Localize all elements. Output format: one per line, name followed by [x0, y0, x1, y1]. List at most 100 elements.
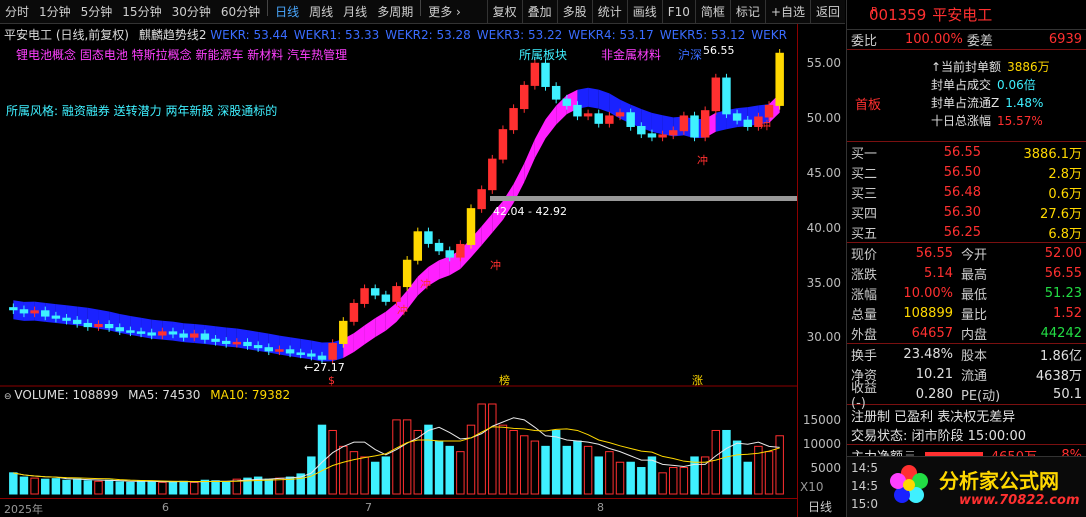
volume-bar: [594, 456, 603, 495]
volume-bar: [307, 456, 316, 495]
stat-label: 外盘: [851, 327, 878, 343]
toolbar-button[interactable]: 叠加: [521, 0, 557, 24]
candle-body: [690, 115, 699, 138]
candle-body: [349, 302, 359, 322]
period-tab[interactable]: 15分钟: [117, 0, 166, 24]
candle-body: [466, 208, 476, 245]
bid-row: 买五 56.25 6.8万: [847, 222, 1086, 242]
flower-logo-icon: [890, 465, 928, 503]
volume-bar: [456, 451, 465, 495]
period-tab[interactable]: 月线: [338, 0, 372, 24]
stat-row: 外盘 64657 内盘 44242: [847, 323, 1086, 343]
toolbar-button[interactable]: 复权: [486, 0, 522, 24]
kline-chart[interactable]: 冲冲冲冲冲 $ 榜涨 平安电工 (日线,前复权) 麒麟趋势线2 WEKR: 53.4…: [0, 24, 845, 517]
trend-band-segment: [545, 105, 557, 139]
period-tabs: 分时 1分钟 5分钟 15分钟 30分钟 60分钟 日线 周线 月线 多周期 更多 ›: [0, 0, 466, 24]
candle-body: [147, 332, 156, 336]
candle-body: [232, 341, 242, 345]
bid-price: 56.25: [943, 224, 981, 240]
candle-body: [115, 327, 124, 332]
candle-body: [445, 250, 454, 258]
volume-bar: [392, 419, 401, 495]
sealed-label: 封单占成交: [931, 78, 992, 92]
bid-price: 56.55: [943, 144, 981, 160]
toolbar-button[interactable]: +自选: [764, 0, 810, 24]
candle-body: [62, 317, 71, 321]
period-tab[interactable]: 日线: [270, 0, 304, 24]
range-label: 42.04 - 42.92: [493, 205, 567, 218]
x-label-aug: 8: [597, 501, 604, 514]
volume-bar: [104, 479, 114, 495]
candle-body: [658, 134, 667, 138]
hushen-label: 沪深: [678, 48, 703, 62]
volume-bar: [658, 472, 667, 495]
collapse-icon[interactable]: ⊖: [4, 392, 14, 402]
candle-body: [253, 345, 263, 349]
bid-volume: 6.8万: [1048, 226, 1082, 242]
ytick: 35.00: [806, 276, 841, 290]
toolbar-button[interactable]: 统计: [591, 0, 627, 24]
toolbar-button[interactable]: 多股: [556, 0, 592, 24]
stat-value: 5.14: [924, 265, 953, 281]
volume-bar: [9, 472, 18, 495]
trend-band-segment: [183, 323, 195, 343]
toolbar-separator: [420, 0, 422, 16]
event-marker: $: [328, 374, 335, 387]
indicator-name[interactable]: 麒麟趋势线2: [139, 28, 207, 42]
candle-body: [637, 125, 646, 135]
bid-price: 56.50: [943, 164, 981, 180]
period-tab[interactable]: 1分钟: [34, 0, 76, 24]
period-tab[interactable]: 分时: [0, 0, 34, 24]
volume-bar: [94, 480, 103, 495]
candle-body: [190, 333, 199, 338]
stat-label: 总量: [851, 307, 878, 323]
candle-body: [317, 355, 327, 360]
x-label-jun: 6: [162, 501, 169, 514]
x-label-jul: 7: [365, 501, 372, 514]
period-tab[interactable]: 多周期: [372, 0, 418, 24]
wekr-item: WEKR5: 53.12: [659, 28, 746, 42]
weicha-value: 6939: [1048, 32, 1082, 47]
toolbar-button[interactable]: 画线: [626, 0, 662, 24]
bid-name: 买二: [851, 166, 878, 182]
candle-body: [413, 231, 423, 261]
reg-text: 注册制 已盈利 表决权无差异: [851, 409, 1016, 425]
stat-label: 涨幅: [851, 287, 878, 303]
period-tab[interactable]: 更多 ›: [423, 0, 466, 24]
candle-body: [764, 104, 774, 118]
toolbar-button[interactable]: 简框: [694, 0, 730, 24]
stat-label: 最高: [961, 267, 988, 283]
stock-name: 平安电工: [932, 6, 993, 24]
candle-body: [275, 349, 284, 352]
y-axis: 55.00 50.00 45.00 40.00 35.00 30.00 1500…: [797, 24, 845, 517]
candle-body: [360, 288, 369, 304]
toolbar-button[interactable]: 返回: [809, 0, 845, 24]
ytick: 55.00: [806, 56, 841, 70]
toolbar-button[interactable]: 标记: [729, 0, 765, 24]
x-period-label[interactable]: 日线: [808, 498, 832, 515]
volume-bar: [551, 429, 561, 495]
period-tab[interactable]: 60分钟: [216, 0, 265, 24]
volume-bar: [541, 445, 550, 495]
candle-body: [583, 113, 593, 117]
volume-bar: [275, 477, 284, 495]
sealed-label: 封单占流通Z: [931, 96, 1000, 110]
kline-svg[interactable]: 冲冲冲冲冲$ 榜涨: [0, 24, 797, 498]
wekr-item: WEKR2: 53.28: [385, 28, 471, 42]
candle-body: [211, 338, 220, 342]
toolbar-button[interactable]: F10: [661, 0, 695, 24]
stat-label: 股本: [961, 348, 988, 364]
period-tab[interactable]: 5分钟: [76, 0, 118, 24]
stat-value: 56.55: [915, 245, 953, 261]
period-tab[interactable]: 周线: [304, 0, 338, 24]
volume-bar: [424, 424, 433, 495]
bid-name: 买一: [851, 146, 878, 162]
logo-text: 分析家公式网: [939, 469, 1059, 493]
industry-value: 非金属材料: [601, 48, 662, 62]
x-label-year: 2025年: [4, 503, 43, 516]
candle-body: [136, 331, 146, 334]
sealed-value: 1.48%: [1005, 96, 1044, 110]
period-tab[interactable]: 30分钟: [167, 0, 216, 24]
volume-bar: [200, 479, 210, 495]
low-price-label: ←27.17: [304, 361, 345, 374]
